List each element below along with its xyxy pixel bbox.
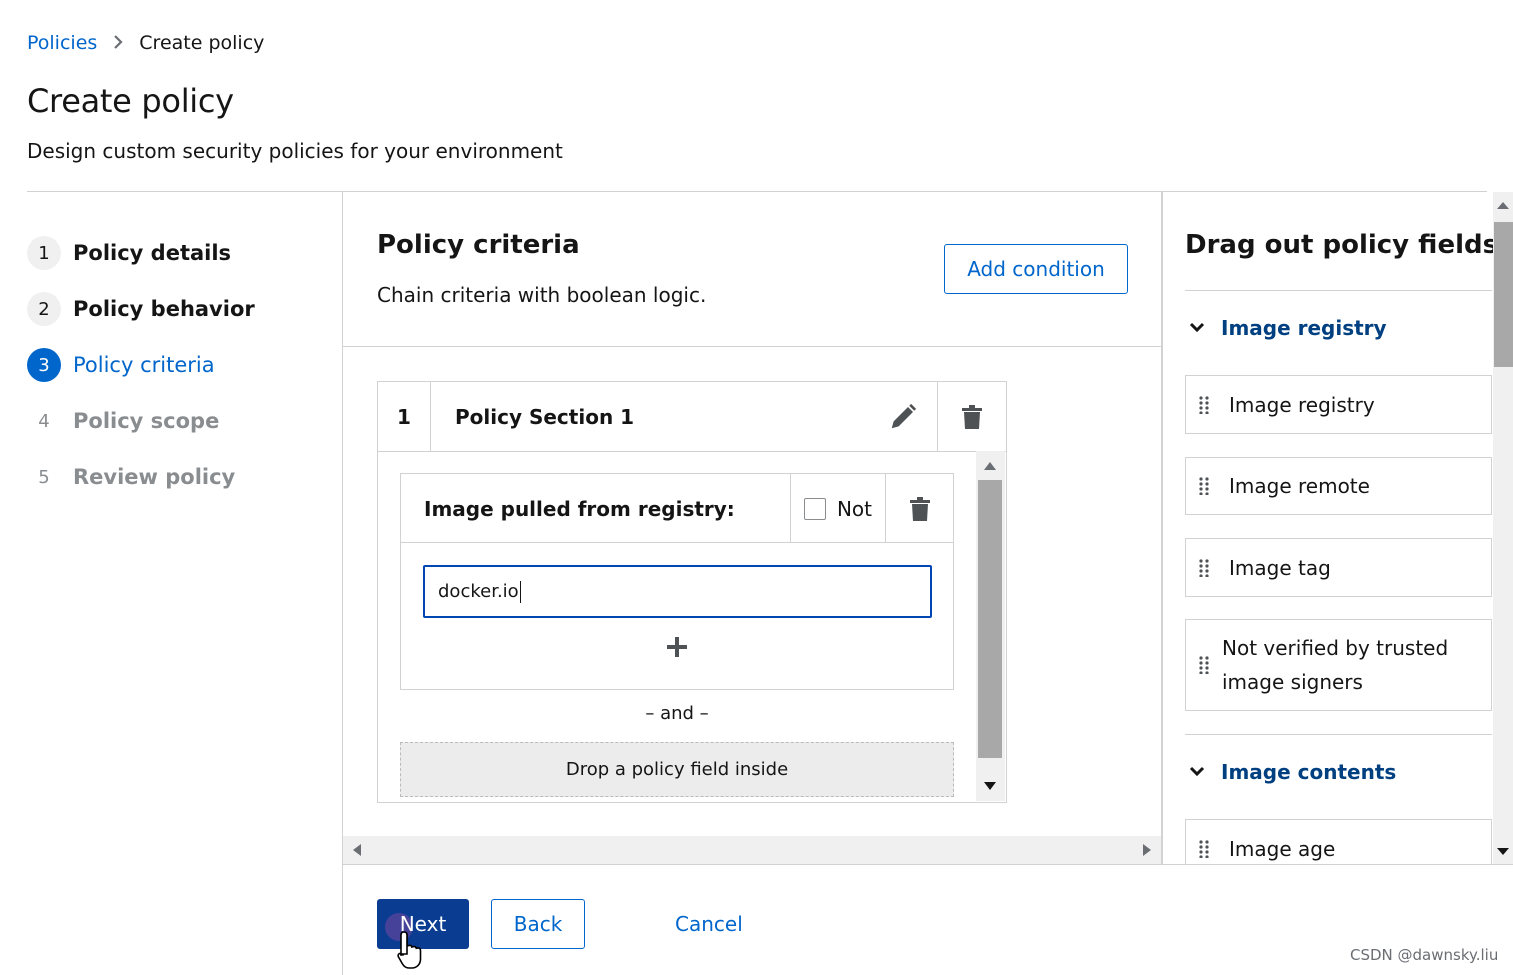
wizard-step-policy-criteria[interactable]: 3 Policy criteria bbox=[27, 337, 327, 393]
group-toggle-image-registry[interactable]: Image registry bbox=[1185, 308, 1387, 348]
footer-divider bbox=[343, 864, 1513, 865]
not-checkbox[interactable] bbox=[803, 497, 826, 520]
policy-section-name: Policy Section 1 bbox=[455, 404, 635, 429]
group-label: Image registry bbox=[1221, 316, 1387, 340]
scroll-down-icon[interactable] bbox=[1497, 848, 1509, 855]
fields-scrollbar[interactable] bbox=[1493, 192, 1513, 865]
panel-divider bbox=[1161, 191, 1163, 865]
field-item-image-remote[interactable]: Image remote bbox=[1185, 457, 1492, 515]
add-condition-button[interactable]: Add condition bbox=[944, 244, 1128, 294]
scroll-up-icon[interactable] bbox=[984, 462, 996, 470]
chevron-down-icon bbox=[1189, 322, 1205, 333]
step-number: 4 bbox=[38, 410, 50, 432]
trash-icon bbox=[909, 496, 930, 521]
chevron-down-icon bbox=[1189, 766, 1205, 777]
group-divider bbox=[1185, 734, 1492, 735]
chevron-right-icon bbox=[113, 34, 123, 53]
wizard-step-review-policy: 5 Review policy bbox=[27, 449, 327, 505]
field-item-not-verified[interactable]: Not verified by trusted image signers bbox=[1185, 619, 1492, 711]
breadcrumb-current: Create policy bbox=[139, 32, 265, 54]
step-number: 3 bbox=[27, 348, 61, 382]
step-number: 2 bbox=[27, 292, 61, 326]
criteria-description: Chain criteria with boolean logic. bbox=[377, 283, 707, 307]
not-toggle[interactable]: Not bbox=[790, 474, 885, 543]
section-scrollbar[interactable] bbox=[976, 451, 1005, 801]
fields-panel-title: Drag out policy fields bbox=[1185, 230, 1499, 260]
not-label: Not bbox=[836, 496, 873, 521]
registry-value-text: docker.io bbox=[438, 581, 519, 602]
policy-section-header: 1 Policy Section 1 bbox=[378, 382, 1006, 452]
criteria-divider bbox=[343, 346, 1161, 347]
policy-field-label: Image pulled from registry: bbox=[424, 496, 735, 521]
cancel-link[interactable]: Cancel bbox=[675, 899, 743, 949]
text-caret bbox=[519, 580, 521, 603]
scrollbar-thumb[interactable] bbox=[1494, 222, 1513, 367]
scroll-right-icon[interactable] bbox=[1143, 844, 1151, 856]
drag-handle-icon[interactable] bbox=[1199, 477, 1209, 495]
wizard-step-policy-behavior[interactable]: 2 Policy behavior bbox=[27, 281, 327, 337]
field-item-image-registry[interactable]: Image registry bbox=[1185, 375, 1492, 434]
drag-handle-icon[interactable] bbox=[1199, 558, 1209, 577]
trash-icon bbox=[962, 404, 982, 429]
policy-field-card: Image pulled from registry: Not docker.i… bbox=[400, 473, 954, 690]
scroll-up-icon[interactable] bbox=[1497, 202, 1509, 209]
and-separator: – and – bbox=[645, 703, 709, 724]
step-number: 5 bbox=[38, 466, 50, 488]
group-label: Image contents bbox=[1221, 760, 1397, 784]
criteria-title: Policy criteria bbox=[377, 230, 580, 260]
breadcrumb-link-policies[interactable]: Policies bbox=[27, 32, 97, 54]
group-toggle-image-contents[interactable]: Image contents bbox=[1185, 752, 1396, 792]
wizard-nav: 1 Policy details 2 Policy behavior 3 Pol… bbox=[27, 225, 327, 505]
wizard-step-policy-scope: 4 Policy scope bbox=[27, 393, 327, 449]
pointer-cursor-icon bbox=[397, 931, 422, 969]
field-item-label: Image registry bbox=[1229, 392, 1375, 417]
watermark: CSDN @dawnsky.liu bbox=[1350, 946, 1499, 964]
field-item-image-age[interactable]: Image age bbox=[1185, 819, 1492, 865]
field-item-label: Image tag bbox=[1229, 555, 1331, 580]
step-label: Policy details bbox=[73, 241, 232, 265]
field-item-image-tag[interactable]: Image tag bbox=[1185, 538, 1492, 597]
step-label: Policy behavior bbox=[73, 297, 255, 321]
drop-zone[interactable]: Drop a policy field inside bbox=[400, 742, 954, 797]
policy-field-header: Image pulled from registry: Not bbox=[401, 474, 953, 543]
drag-handle-icon[interactable] bbox=[1199, 656, 1209, 674]
field-item-label: Image age bbox=[1229, 837, 1336, 861]
page-title: Create policy bbox=[27, 82, 234, 120]
step-number: 1 bbox=[27, 236, 61, 270]
delete-section-button[interactable] bbox=[937, 382, 1006, 451]
field-item-label: Not verified by trusted image signers bbox=[1222, 636, 1449, 694]
drag-handle-icon[interactable] bbox=[1199, 395, 1209, 414]
wizard-step-policy-details[interactable]: 1 Policy details bbox=[27, 225, 327, 281]
scrollbar-thumb[interactable] bbox=[978, 480, 1002, 758]
step-label: Policy scope bbox=[73, 409, 220, 433]
policy-section-number: 1 bbox=[378, 382, 431, 451]
scroll-left-icon[interactable] bbox=[353, 844, 361, 856]
plus-icon[interactable] bbox=[664, 634, 690, 660]
page-description: Design custom security policies for your… bbox=[27, 139, 563, 163]
horizontal-scrollbar[interactable] bbox=[343, 836, 1161, 864]
step-label: Review policy bbox=[73, 465, 236, 489]
breadcrumb: Policies Create policy bbox=[27, 32, 264, 54]
step-label: Policy criteria bbox=[73, 353, 215, 377]
delete-field-button[interactable] bbox=[885, 474, 953, 543]
header-divider bbox=[27, 191, 1487, 192]
scroll-down-icon[interactable] bbox=[984, 782, 996, 790]
drag-handle-icon[interactable] bbox=[1199, 840, 1209, 858]
back-button[interactable]: Back bbox=[491, 899, 585, 949]
registry-value-input[interactable]: docker.io bbox=[423, 565, 932, 618]
field-item-label: Image remote bbox=[1229, 474, 1370, 498]
fields-divider bbox=[1185, 290, 1492, 291]
pencil-icon[interactable] bbox=[888, 402, 918, 432]
